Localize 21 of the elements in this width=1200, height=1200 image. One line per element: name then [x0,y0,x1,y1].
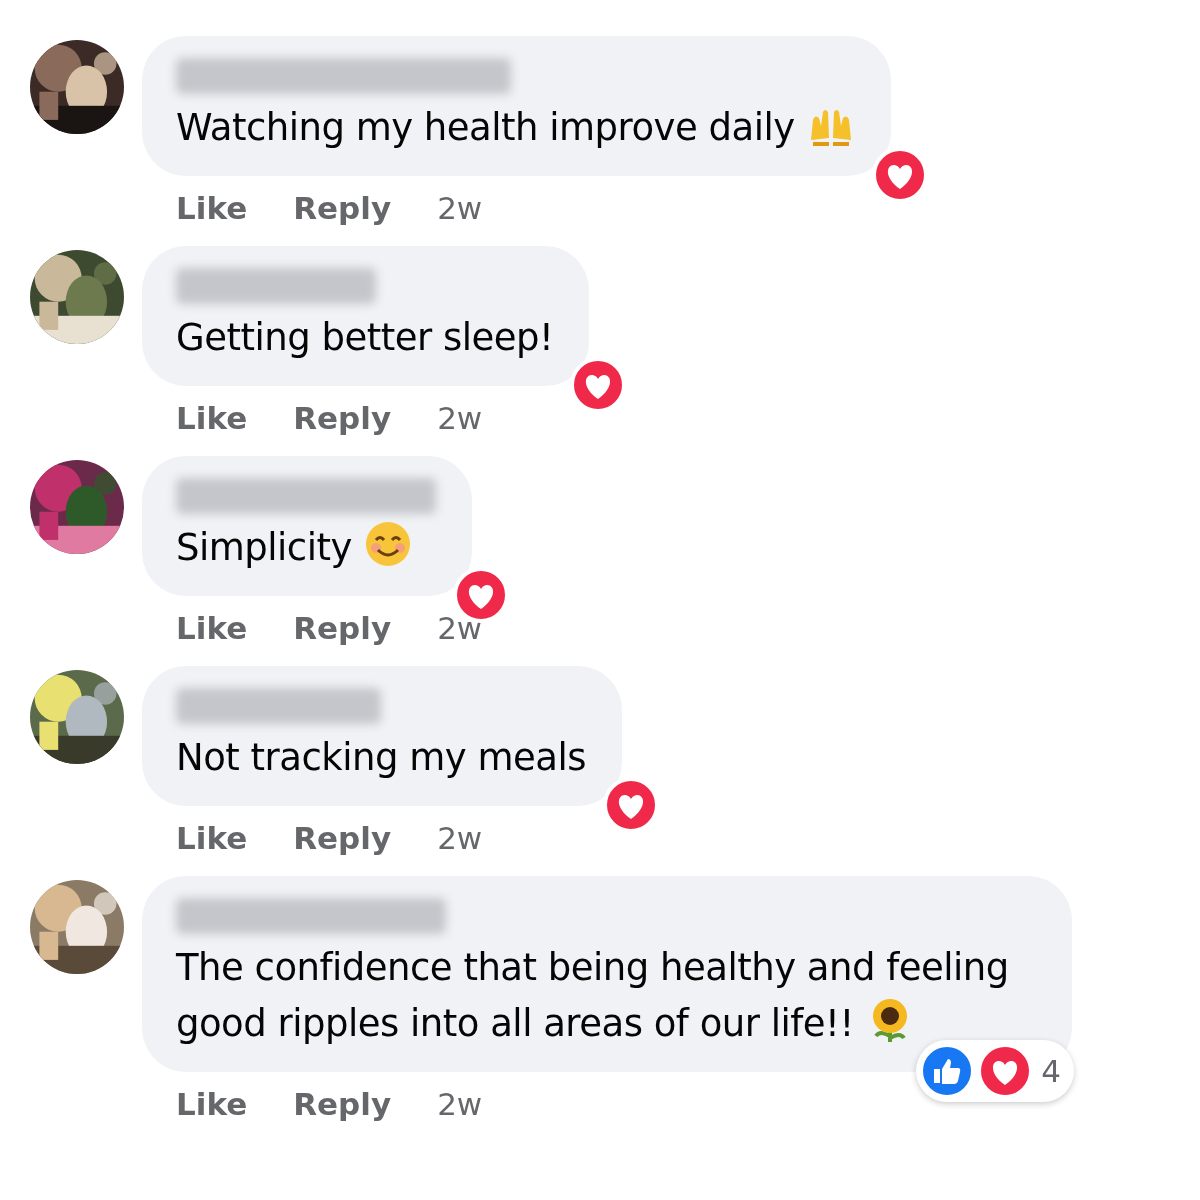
reply-link[interactable]: Reply [293,400,392,436]
reply-link[interactable]: Reply [293,610,392,646]
like-link[interactable]: Like [176,190,248,226]
comment-text: Watching my health improve daily [176,100,855,156]
like-link[interactable]: Like [176,400,248,436]
timestamp: 2w [437,610,483,646]
timestamp: 2w [437,820,483,856]
timestamp: 2w [437,190,483,226]
reply-link[interactable]: Reply [293,190,392,226]
timestamp: 2w [437,400,483,436]
reaction-count: 4 [1040,1053,1062,1089]
comment-text: Not tracking my meals [176,735,586,781]
timestamp: 2w [437,1086,483,1122]
reaction-summary[interactable]: 4 [916,1040,1074,1102]
comment-text: Simplicity [176,520,436,576]
like-link[interactable]: Like [176,820,248,856]
like-link[interactable]: Like [176,1086,248,1122]
reply-link[interactable]: Reply [293,820,392,856]
reply-link[interactable]: Reply [293,1086,392,1122]
comment-text: Getting better sleep! [176,315,554,361]
like-link[interactable]: Like [176,610,248,646]
